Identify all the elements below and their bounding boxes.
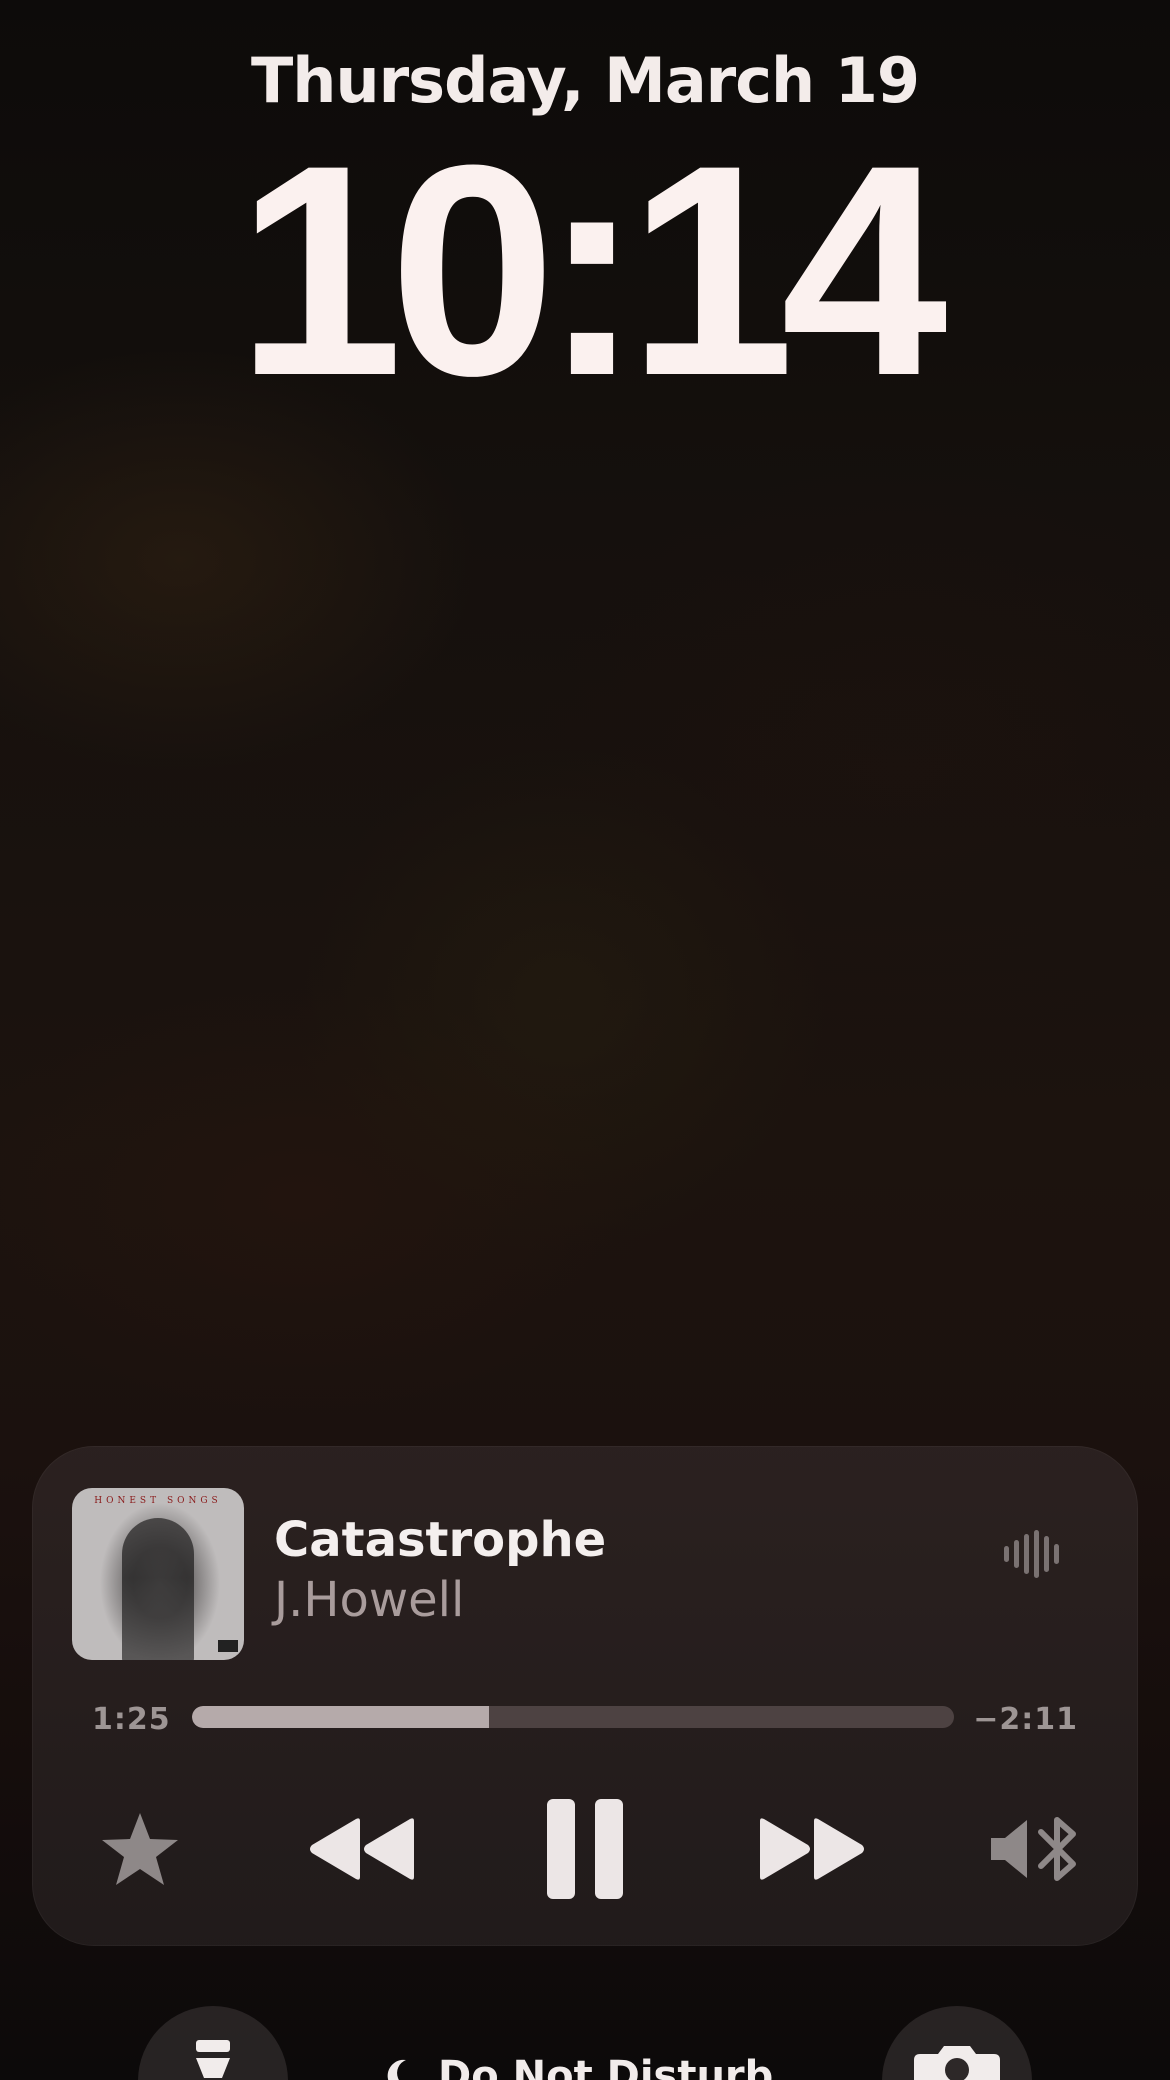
audio-output-button[interactable]: [978, 1794, 1088, 1904]
star-icon: [102, 1813, 178, 1885]
speaker-bluetooth-icon: [991, 1817, 1076, 1881]
remaining-time: −2:11: [973, 1702, 1078, 1737]
flashlight-icon: [196, 2040, 230, 2078]
pause-button[interactable]: [522, 1794, 648, 1904]
artwork-figure: [122, 1518, 194, 1660]
now-playing-widget[interactable]: HONEST SONGS Catastrophe J.Howell 1:25 −…: [32, 1446, 1138, 1946]
camera-icon: [914, 2046, 1000, 2080]
track-title: Catastrophe: [274, 1512, 607, 1568]
rewind-icon: [310, 1818, 414, 1880]
lock-screen: Thursday, March 19 10:14 HONEST SONGS Ca…: [0, 0, 1170, 2080]
moon-icon: [387, 2059, 406, 2080]
lockscreen-clock: 10:14: [236, 102, 947, 438]
fast-forward-icon: [760, 1818, 864, 1880]
waveform-icon: [1004, 1530, 1059, 1578]
camera-button[interactable]: [882, 2006, 1032, 2080]
elapsed-time: 1:25: [92, 1702, 171, 1737]
pause-icon: [547, 1799, 623, 1899]
favorite-button[interactable]: [90, 1794, 190, 1904]
previous-track-button[interactable]: [302, 1794, 422, 1904]
focus-mode-text: Do Not Disturb: [438, 2053, 774, 2080]
artwork-title: HONEST SONGS: [94, 1496, 222, 1506]
album-artwork[interactable]: HONEST SONGS: [72, 1488, 244, 1660]
playback-scrubber[interactable]: [192, 1706, 954, 1728]
track-artist: J.Howell: [274, 1572, 465, 1628]
focus-mode-label[interactable]: Do Not Disturb: [380, 2046, 773, 2080]
flashlight-button[interactable]: [138, 2006, 288, 2080]
artwork-advisory-label: [218, 1640, 238, 1652]
next-track-button[interactable]: [752, 1794, 872, 1904]
playback-progress-fill: [192, 1706, 490, 1728]
